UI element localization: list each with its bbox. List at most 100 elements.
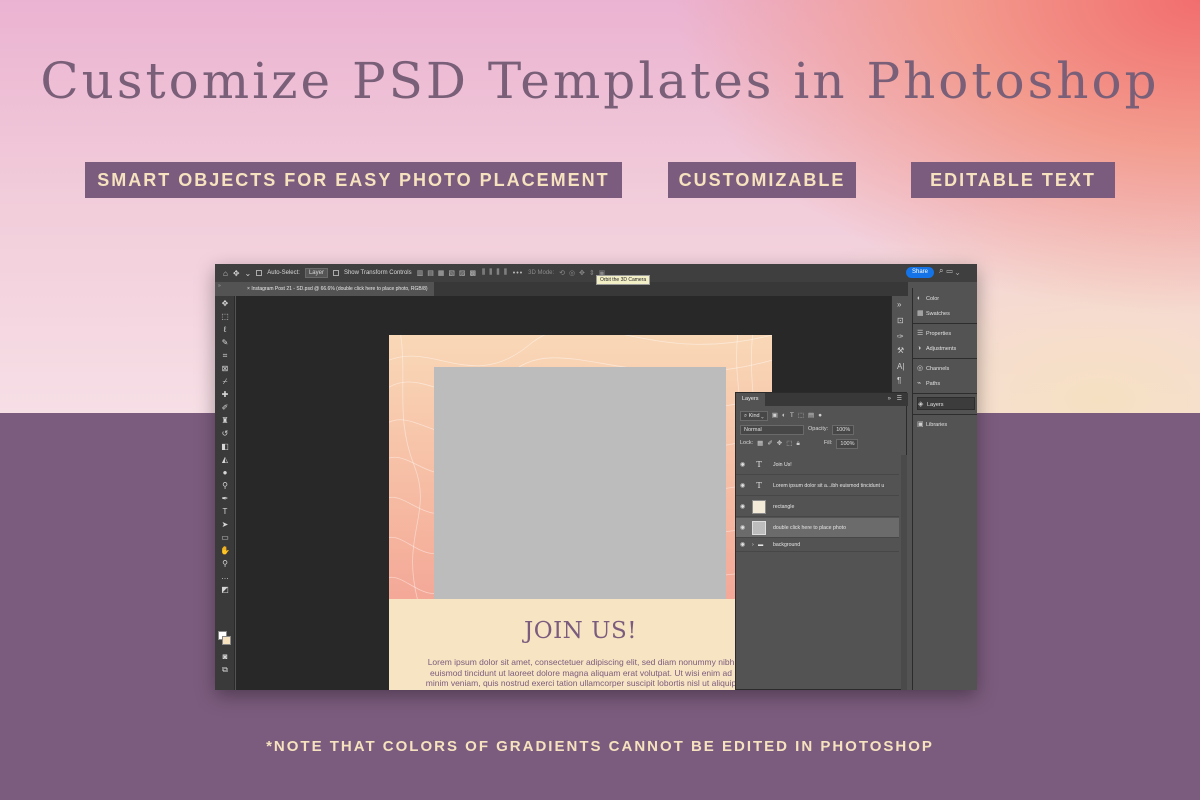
show-transform-checkbox[interactable] [332, 270, 339, 276]
show-transform-label: Show Transform Controls [343, 270, 412, 276]
layer-background-group[interactable]: ◉ › ▬ background [736, 539, 899, 552]
quick-mask-icon[interactable]: ◙ [219, 651, 231, 662]
hand-tool-icon[interactable]: ✋ [219, 545, 231, 556]
eyedropper-tool-icon[interactable]: ⌿ [219, 376, 231, 387]
three-d-mode-label: 3D Mode: [528, 270, 555, 276]
lock-transparent-icon[interactable]: ▦ [757, 438, 763, 449]
layers-scrollbar[interactable] [901, 455, 907, 690]
panel-swatches[interactable]: ▦ Swatches [917, 307, 975, 320]
photo-placeholder[interactable] [434, 367, 726, 599]
stamp-tool-icon[interactable]: ♜ [219, 415, 231, 426]
collapse-toolbar-icon[interactable]: » [218, 283, 221, 289]
panel-color[interactable]: ◐ Color [917, 292, 975, 305]
tools-panel: ✥ ⬚ ℓ ✎ ⌗ ⊠ ⌿ ✚ ✐ ♜ ↺ ◧ ◭ ● ⚲ ✒ T ➤ ▭ ✋ … [215, 296, 235, 690]
filter-kind-dropdown[interactable]: ⌕ Kind ⌄ [740, 410, 768, 421]
expand-panels-icon[interactable]: » [897, 300, 901, 309]
layer-rectangle[interactable]: ◉ rectangle [736, 497, 899, 517]
crop-tool-icon[interactable]: ⌗ [219, 350, 231, 361]
eraser-tool-icon[interactable]: ◧ [219, 441, 231, 452]
marquee-tool-icon[interactable]: ⬚ [219, 311, 231, 322]
dodge-tool-icon[interactable]: ⚲ [219, 480, 231, 491]
blur-tool-icon[interactable]: ● [219, 467, 231, 478]
layer-photo-smart-object[interactable]: ◉ double click here to place photo [736, 518, 899, 538]
layer-lorem-ipsum[interactable]: ◉ T Lorem ipsum dolor sit a...ibh euismo… [736, 476, 899, 496]
document-tab[interactable]: × Instagram Post 21 - SD.psd @ 66.6% (do… [235, 282, 434, 296]
lock-artboard-icon[interactable]: ⬚ [786, 438, 792, 449]
lock-all-icon[interactable]: 🔒︎ [796, 438, 799, 449]
color-wheel-icon: ◐ [917, 295, 922, 302]
panel-channels[interactable]: ◎ Channels [917, 362, 975, 375]
panel-menu-icon[interactable]: » ☰ [888, 395, 904, 402]
blend-mode-dropdown[interactable]: Normal [740, 424, 804, 435]
paragraph-icon[interactable]: ¶ [897, 376, 901, 385]
more-tools-icon[interactable]: … [219, 571, 231, 582]
history-brush-tool-icon[interactable]: ↺ [219, 428, 231, 439]
distribute-buttons[interactable]: ⫼ ⫼ ⫼ ⫼ [482, 269, 508, 277]
layers-stack-icon: ◈ [918, 401, 924, 408]
shape-layer-thumbnail [752, 500, 766, 514]
feature-badge-smart-objects: SMART OBJECTS FOR EASY PHOTO PLACEMENT [85, 162, 622, 198]
artboard-title[interactable]: JOIN US! [389, 618, 772, 644]
auto-select-dropdown[interactable]: Layer [304, 268, 328, 278]
lock-position-icon[interactable]: ✥ [777, 438, 782, 449]
filter-smart-object-icon[interactable]: ▤ [808, 410, 814, 421]
home-icon[interactable]: ⌂ [223, 269, 228, 278]
background-color-swatch[interactable] [222, 636, 231, 645]
type-tool-icon[interactable]: T [219, 506, 231, 517]
workspace-icon[interactable]: ▭ [946, 266, 955, 275]
rectangle-tool-icon[interactable]: ▭ [219, 532, 231, 543]
panel-adjustments[interactable]: ◑ Adjustments [917, 342, 975, 355]
lock-pixels-icon[interactable]: ✐ [767, 438, 772, 449]
pen-tool-icon[interactable]: ✒ [219, 493, 231, 504]
chevron-right-icon[interactable]: › [752, 539, 754, 552]
filter-pixel-icon[interactable]: ▣ [772, 410, 778, 421]
eye-icon[interactable]: ◉ [740, 539, 745, 552]
eye-icon[interactable]: ◉ [740, 497, 745, 517]
layer-filter-row: ⌕ Kind ⌄ ▣ ◐ T ⬚ ▤ ● [740, 410, 822, 421]
brush-tool-icon[interactable]: ✐ [219, 402, 231, 413]
move-tool-icon[interactable]: ✥ [219, 298, 231, 309]
panel-paths[interactable]: ⌁ Paths [917, 377, 975, 390]
filter-toggle-icon[interactable]: ● [818, 410, 822, 421]
paths-icon: ⌁ [917, 380, 922, 387]
eye-icon[interactable]: ◉ [740, 455, 745, 475]
instagram-post-artboard[interactable]: JOIN US! Lorem ipsum dolor sit amet, con… [389, 335, 772, 690]
text-layer-icon: T [756, 481, 762, 490]
brush-settings-icon[interactable]: ✑ [897, 332, 904, 341]
path-select-tool-icon[interactable]: ➤ [219, 519, 231, 530]
frame-tool-icon[interactable]: ⊠ [219, 363, 231, 374]
quick-select-tool-icon[interactable]: ✎ [219, 337, 231, 348]
fill-input[interactable]: 100% [836, 438, 859, 449]
layer-join-us[interactable]: ◉ T Join Us! [736, 455, 899, 475]
filter-adjustment-icon[interactable]: ◐ [782, 410, 786, 421]
eye-icon[interactable]: ◉ [740, 518, 745, 538]
eye-icon[interactable]: ◉ [740, 476, 745, 496]
healing-brush-tool-icon[interactable]: ✚ [219, 389, 231, 400]
filter-type-icon[interactable]: T [790, 410, 794, 421]
layers-tab[interactable]: Layers [736, 393, 765, 406]
opacity-input[interactable]: 100% [832, 424, 855, 435]
artboard-body-text[interactable]: Lorem ipsum dolor sit amet, consectetuer… [425, 657, 737, 689]
filter-shape-icon[interactable]: ⬚ [798, 410, 804, 421]
lasso-tool-icon[interactable]: ℓ [219, 324, 231, 335]
screen-mode-icon[interactable]: ⧉ [219, 664, 231, 675]
default-colors-icon[interactable]: ◩ [219, 584, 231, 595]
zoom-tool-icon[interactable]: ⚲ [219, 558, 231, 569]
adjustments-circle-icon: ◑ [917, 345, 922, 352]
move-tool-icon[interactable]: ✥ [233, 269, 240, 278]
auto-select-checkbox[interactable] [256, 270, 263, 276]
chevron-down-icon[interactable]: ⌄ [245, 269, 252, 278]
more-options-icon[interactable]: ••• [513, 270, 523, 277]
panel-libraries[interactable]: ▣ Libraries [917, 418, 975, 431]
history-icon[interactable]: ⊡ [897, 316, 904, 325]
character-icon[interactable]: A| [897, 362, 904, 371]
tool-presets-icon[interactable]: ⚒ [897, 346, 904, 355]
channels-icon: ◎ [917, 365, 924, 372]
panel-layers[interactable]: ◈ Layers [917, 397, 975, 410]
folder-icon: ▬ [758, 542, 764, 548]
panel-properties[interactable]: ☰ Properties [917, 327, 975, 340]
share-button[interactable]: Share [906, 267, 934, 278]
chevron-down-icon[interactable]: ⌄ [956, 266, 963, 275]
align-buttons[interactable]: ▥ ▤ ▦ ▧ ▨ ▩ [417, 269, 477, 277]
paint-bucket-tool-icon[interactable]: ◭ [219, 454, 231, 465]
